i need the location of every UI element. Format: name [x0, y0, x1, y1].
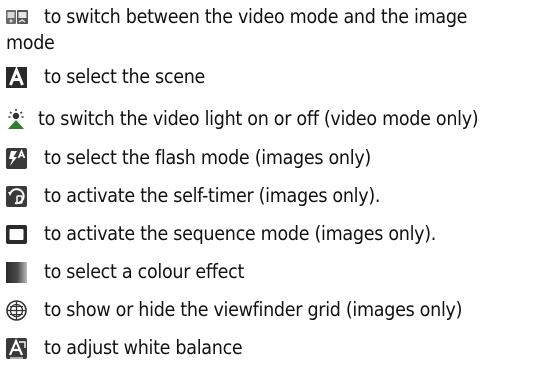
list-item-text: to activate the sequence mode (images on… — [44, 222, 437, 245]
video-light-icon — [6, 109, 28, 131]
list-item-text: to adjust white balance — [44, 336, 243, 359]
scene-mode-icon — [6, 66, 28, 88]
sequence-mode-icon — [6, 224, 28, 246]
list-item-text-continued: mode — [6, 31, 55, 54]
video-image-mode-icon — [6, 6, 28, 28]
list-item-text: to select the scene — [44, 65, 206, 88]
list-item-text: to select the flash mode (images only) — [44, 146, 371, 169]
list-item-text: to show or hide the viewfinder grid (ima… — [44, 298, 463, 321]
colour-effect-icon — [6, 262, 28, 284]
self-timer-icon — [6, 186, 28, 208]
list-item-text: to switch the video light on or off (vid… — [38, 107, 479, 130]
list-item-text: to switch between the video mode and the… — [44, 5, 468, 28]
list-item-text: to select a colour effect — [44, 260, 245, 283]
flash-mode-icon — [6, 148, 28, 170]
viewfinder-grid-icon — [6, 300, 28, 322]
white-balance-icon — [6, 338, 28, 360]
list-item-text: to activate the self-timer (images only)… — [44, 184, 381, 207]
